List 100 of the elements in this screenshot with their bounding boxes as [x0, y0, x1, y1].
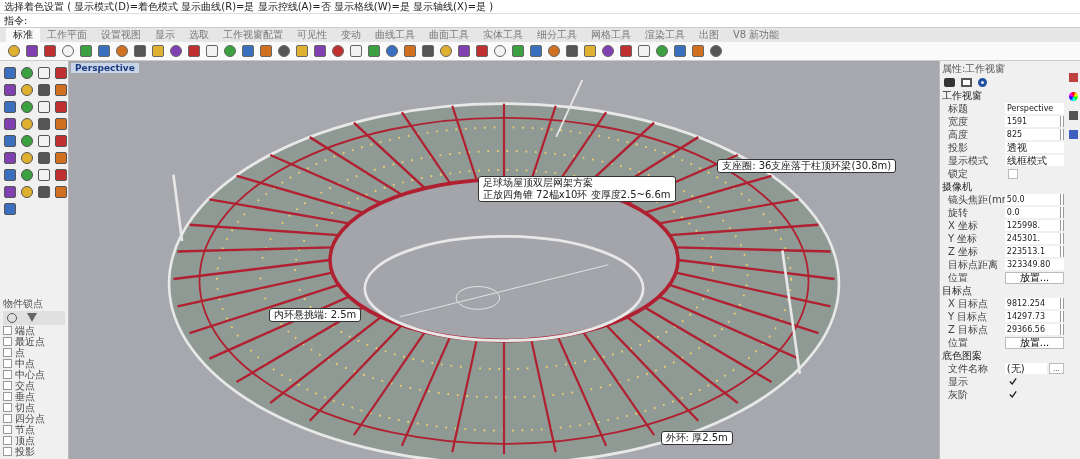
color-wheel-icon[interactable] [1068, 92, 1078, 101]
toolbar-tab[interactable]: 实体工具 [476, 28, 530, 42]
tool-icon[interactable] [55, 101, 67, 113]
tool-icon[interactable] [55, 84, 67, 96]
tool-icon[interactable] [476, 45, 488, 57]
toolbar-tab[interactable]: 标准 [6, 28, 40, 42]
tool-icon[interactable] [134, 45, 146, 57]
tool-icon[interactable] [224, 45, 236, 57]
tool-icon[interactable] [260, 45, 272, 57]
tool-icon[interactable] [116, 45, 128, 57]
tool-icon[interactable] [55, 186, 67, 198]
toolbar-tab[interactable]: 选取 [182, 28, 216, 42]
checkbox[interactable] [3, 348, 12, 357]
tool-icon[interactable] [368, 45, 380, 57]
tool-icon[interactable] [38, 186, 50, 198]
text-field[interactable]: 323349.80 [1004, 259, 1064, 270]
tool-icon[interactable] [38, 67, 50, 79]
checkbox[interactable] [3, 381, 12, 390]
place-button[interactable]: 放置... [1005, 336, 1064, 349]
tool-icon[interactable] [21, 135, 33, 147]
tool-icon[interactable] [296, 45, 308, 57]
checkbox[interactable] [3, 359, 12, 368]
checkbox[interactable] [3, 425, 12, 434]
tool-icon[interactable] [440, 45, 452, 57]
toolbar-tab[interactable]: 渲染工具 [638, 28, 692, 42]
tool-icon[interactable] [21, 67, 33, 79]
tool-icon[interactable] [80, 45, 92, 57]
tool-icon[interactable] [4, 67, 16, 79]
tool-icon[interactable] [278, 45, 290, 57]
tool-icon[interactable] [55, 152, 67, 164]
tool-icon[interactable] [21, 84, 33, 96]
tool-icon[interactable] [21, 118, 33, 130]
checkbox[interactable] [3, 403, 12, 412]
viewport-title[interactable]: Perspective [71, 63, 139, 73]
checkbox[interactable] [3, 436, 12, 445]
tool-icon[interactable] [494, 45, 506, 57]
tool-icon[interactable] [38, 84, 50, 96]
tool-icon[interactable] [21, 101, 33, 113]
tool-icon[interactable] [26, 45, 38, 57]
gear-icon[interactable] [978, 78, 987, 87]
tool-icon[interactable] [404, 45, 416, 57]
tool-icon[interactable] [21, 169, 33, 181]
filter-icon[interactable] [27, 313, 37, 322]
tool-icon[interactable] [422, 45, 434, 57]
checkbox[interactable] [1008, 376, 1018, 387]
toolbar-tab[interactable]: 设置视图 [94, 28, 148, 42]
tool-icon[interactable] [55, 67, 67, 79]
tool-icon[interactable] [512, 45, 524, 57]
tool-icon[interactable] [584, 45, 596, 57]
tool-icon[interactable] [386, 45, 398, 57]
tool-icon[interactable] [4, 84, 16, 96]
tool-icon[interactable] [21, 152, 33, 164]
tool-icon[interactable] [4, 169, 16, 181]
number-field[interactable]: 0.0 [1004, 207, 1064, 218]
tool-icon[interactable] [332, 45, 344, 57]
tool-icon[interactable] [4, 203, 16, 215]
toolbar-tab[interactable]: 显示 [148, 28, 182, 42]
tool-icon[interactable] [55, 135, 67, 147]
tool-icon[interactable] [656, 45, 668, 57]
viewport-icon[interactable] [961, 78, 972, 87]
text-field[interactable]: (无) [1004, 363, 1047, 374]
tool-icon[interactable] [710, 45, 722, 57]
tool-icon[interactable] [55, 118, 67, 130]
dropdown[interactable]: 线框模式 [1004, 155, 1064, 166]
tool-icon[interactable] [638, 45, 650, 57]
tool-icon[interactable] [55, 169, 67, 181]
tool-icon[interactable] [38, 118, 50, 130]
tool-icon[interactable] [242, 45, 254, 57]
tool-icon[interactable] [152, 45, 164, 57]
tool-icon[interactable] [4, 135, 16, 147]
tool-icon[interactable] [62, 45, 74, 57]
tool-icon[interactable] [38, 152, 50, 164]
checkbox[interactable] [1008, 389, 1018, 400]
toolbar-tab[interactable]: 曲面工具 [422, 28, 476, 42]
tool-icon[interactable] [44, 45, 56, 57]
tool-icon[interactable] [674, 45, 686, 57]
dropdown[interactable]: 透视 [1004, 142, 1064, 153]
text-field[interactable]: Perspective [1004, 103, 1064, 114]
browse-button[interactable]: ... [1048, 363, 1064, 374]
tool-icon[interactable] [38, 135, 50, 147]
tool-icon[interactable] [206, 45, 218, 57]
command-prompt[interactable]: 指令: [0, 13, 1080, 28]
tool-icon[interactable] [548, 45, 560, 57]
checkbox[interactable] [3, 392, 12, 401]
place-button[interactable]: 放置... [1005, 271, 1064, 284]
tool-icon[interactable] [566, 45, 578, 57]
tool-icon[interactable] [38, 169, 50, 181]
toolbar-tab[interactable]: 网格工具 [584, 28, 638, 42]
tool-icon[interactable] [4, 186, 16, 198]
tool-icon[interactable] [38, 101, 50, 113]
toolbar-tab[interactable]: 工作平面 [40, 28, 94, 42]
tool-icon[interactable] [170, 45, 182, 57]
toolbar-tab[interactable]: 细分工具 [530, 28, 584, 42]
checkbox[interactable] [3, 414, 12, 423]
checkbox[interactable] [1008, 168, 1018, 179]
toolbar-tab[interactable]: V8 新功能 [726, 28, 787, 42]
toolbar-tab[interactable]: 可见性 [290, 28, 334, 42]
tool-icon[interactable] [692, 45, 704, 57]
tool-icon[interactable] [530, 45, 542, 57]
tool-icon[interactable] [4, 118, 16, 130]
